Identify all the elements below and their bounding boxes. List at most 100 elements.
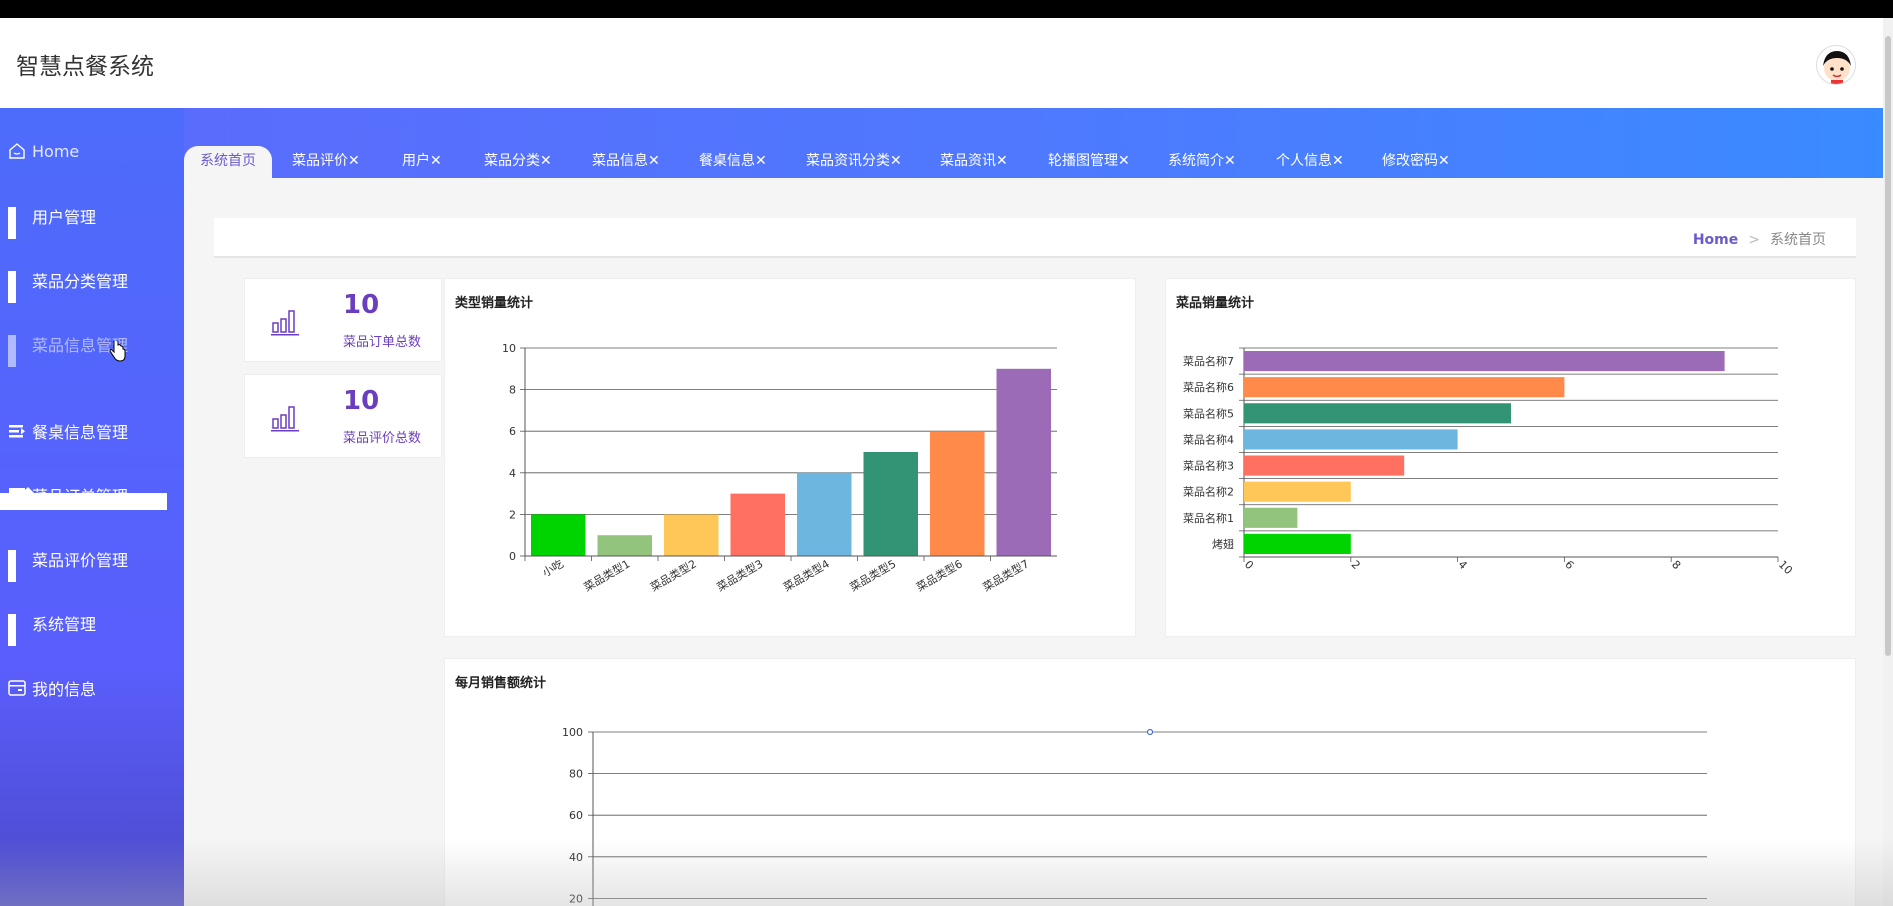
bar [730,493,785,556]
line-point [1146,728,1154,736]
app-root: 智慧点餐系统 Home 用户管理 菜品分类管理 菜品信息管理 餐桌信息管理 菜品… [0,18,1893,906]
sidebar-item-dish-info-management[interactable]: 菜品信息管理 [8,329,128,367]
tab-change-password[interactable]: 修改密码✕ [1382,146,1450,176]
bar [1244,455,1405,476]
stat-label: 菜品评价总数 [343,431,422,446]
y-tick-label: 菜品名称5 [1183,406,1234,420]
stat-value: 10 [343,386,380,416]
sidebar-item-label: 系统管理 [32,615,97,634]
tab-personal-info[interactable]: 个人信息✕ [1276,146,1344,176]
tab-news-category[interactable]: 菜品资讯分类✕ [806,146,902,176]
sidebar-item-label: 餐桌信息管理 [32,423,129,442]
sidebar-item-label: 菜品订单管理 [32,487,129,506]
x-tick-label: 10 [1776,558,1795,577]
bar [1244,351,1725,372]
tab-dish-review[interactable]: 菜品评价✕ [292,146,360,176]
stat-value: 10 [343,290,380,320]
scrollbar-thumb[interactable] [1885,36,1891,656]
hand-cursor-icon [109,341,126,362]
x-tick-label: 小吃 [540,557,566,579]
app-title: 智慧点餐系统 [16,54,154,80]
y-tick-label: 菜品名称4 [1183,432,1234,446]
x-tick-label: 菜品类型6 [914,556,965,594]
bar [1244,429,1458,450]
y-tick-label: 菜品名称3 [1183,459,1234,473]
bar [531,514,586,556]
sidebar-item-label: 我的信息 [32,680,97,699]
grid-icon [8,207,26,239]
y-tick-label: 0 [509,550,516,563]
stat-card-reviews: 10 菜品评价总数 [244,374,442,458]
bar [1244,481,1351,502]
user-avatar[interactable] [1816,45,1856,85]
tab-bar: 系统首页 菜品评价✕ 用户✕ 菜品分类✕ 菜品信息✕ 餐桌信息✕ 菜品资讯分类✕… [184,108,1893,178]
sidebar-item-user-management[interactable]: 用户管理 [8,201,97,239]
tab-news[interactable]: 菜品资讯✕ [940,146,1008,176]
breadcrumb: Home > 系统首页 [214,218,1856,258]
tab-table-info[interactable]: 餐桌信息✕ [699,146,767,176]
y-tick-label: 烤翅 [1212,537,1234,551]
sidebar-item-dish-order-management[interactable]: 菜品订单管理 [8,480,128,510]
y-tick-label: 60 [569,809,583,822]
grid-icon [8,614,26,646]
tab-dish-info[interactable]: 菜品信息✕ [592,146,660,176]
bar [996,368,1051,556]
y-tick-label: 8 [509,384,516,397]
y-tick-label: 菜品名称2 [1183,485,1234,499]
tab-user[interactable]: 用户✕ [402,146,442,176]
x-tick-label: 菜品类型2 [648,556,699,594]
tab-carousel[interactable]: 轮播图管理✕ [1048,146,1130,176]
bar [597,535,652,556]
y-tick-label: 6 [509,425,516,438]
scrollbar[interactable] [1883,18,1893,906]
dish-sales-panel: 菜品销量统计 烤翅 菜品名称1 菜品名称2 菜品名称3 菜品名称4 菜品名称5 菜品名称6 菜… [1165,278,1856,637]
sidebar-item-table-info-management[interactable]: 餐桌信息管理 [8,416,128,446]
window-top-bar [0,0,1893,18]
tab-home[interactable]: 系统首页 [184,146,272,178]
bar [863,452,918,556]
avatar-cartoon-icon [1823,51,1851,84]
tab-dish-category[interactable]: 菜品分类✕ [484,146,552,176]
x-tick-label: 菜品类型7 [980,556,1031,594]
grid-icon [8,271,26,303]
stat-label: 菜品订单总数 [343,335,422,350]
sidebar-item-label: 菜品评价管理 [32,551,129,570]
x-tick-label: 菜品类型5 [847,556,898,594]
y-tick-label: 40 [569,851,583,864]
x-tick-label: 菜品类型4 [781,556,832,594]
bar-chart-icon [271,406,299,432]
bar-chart-icon [271,310,299,336]
y-tick-label: 菜品名称1 [1183,511,1234,525]
x-tick-label: 菜品类型3 [714,556,765,594]
list-icon [9,425,25,438]
y-tick-label: 10 [502,342,516,355]
grid-icon [8,550,26,582]
breadcrumb-current: 系统首页 [1770,232,1826,248]
bar [797,472,852,556]
y-tick-label: 20 [569,892,583,905]
y-tick-label: 菜品名称6 [1183,380,1234,394]
sidebar-item-my-info[interactable]: 我的信息 [8,673,96,703]
dish-sales-chart: 烤翅菜品名称1菜品名称2菜品名称3菜品名称4菜品名称5菜品名称6菜品名称70 2 4… [1183,347,1795,577]
tab-system-intro[interactable]: 系统简介✕ [1168,146,1236,176]
monitor-icon [9,488,25,502]
sidebar-item-dish-review-management[interactable]: 菜品评价管理 [8,544,129,582]
y-tick-label: 菜品名称7 [1183,354,1234,368]
sidebar-item-label: Home [32,141,80,161]
bar [1244,533,1351,554]
sidebar-item-dish-category-management[interactable]: 菜品分类管理 [8,265,128,303]
main-content: Home > 系统首页 10 菜品订单总数 10 菜品评价总数 类型销量统计 024… [184,178,1884,906]
y-tick-label: 80 [569,768,583,781]
sidebar-item-system-management[interactable]: 系统管理 [8,608,97,646]
card-icon [8,680,26,696]
sidebar-item-label: 用户管理 [32,208,97,227]
sidebar-item-home[interactable]: Home [8,136,79,166]
breadcrumb-home[interactable]: Home [1693,232,1738,248]
y-tick-label: 4 [509,467,516,480]
app-header: 智慧点餐系统 [0,18,1893,108]
monthly-sales-panel: 每月销售额统计 20 40 60 80 100 [444,658,1856,906]
bar [1244,507,1298,528]
bar [664,514,719,556]
y-tick-label: 2 [509,508,516,521]
x-tick-label: 菜品类型1 [581,556,632,594]
